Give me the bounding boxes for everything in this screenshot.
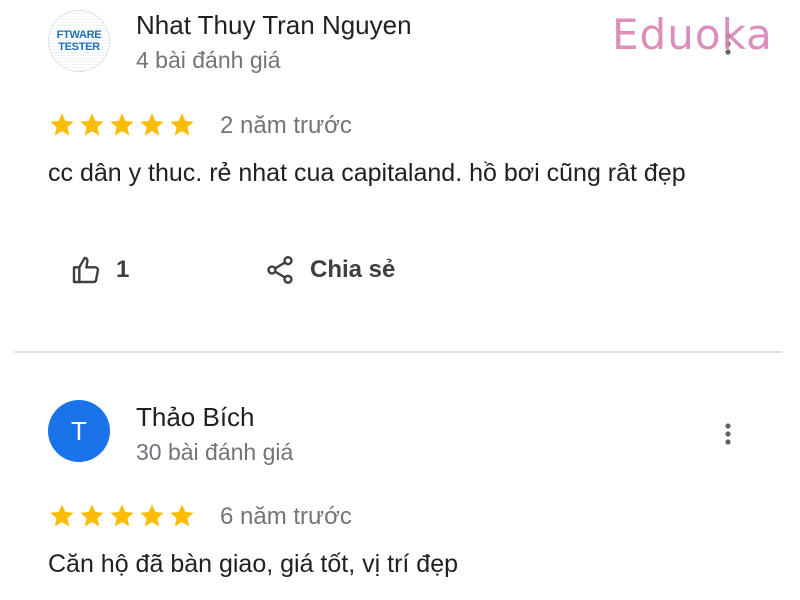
- more-vert-icon: [725, 422, 731, 446]
- share-label: Chia sẻ: [310, 256, 396, 283]
- avatar-logo-line: TESTER: [58, 41, 100, 53]
- review-actions: 1 Chia sẻ: [0, 250, 800, 290]
- share-icon: [264, 254, 296, 286]
- review-card: T Thảo Bích 30 bài đánh giá 6 năm trước …: [0, 352, 800, 600]
- star-icon: [140, 504, 164, 527]
- avatar-initial: T: [71, 415, 87, 446]
- avatar-logo-line: FTWARE: [56, 29, 102, 41]
- star-icon: [110, 504, 134, 527]
- share-button[interactable]: Chia sẻ: [264, 250, 395, 290]
- watermark-logo: Eduoka: [612, 10, 773, 59]
- reviewer-review-count: 4 bài đánh giá: [136, 47, 281, 73]
- star-icon: [50, 504, 74, 527]
- star-icon: [110, 113, 134, 136]
- reviews-page: FTWARE TESTER Nhat Thuy Tran Nguyen 4 bà…: [0, 0, 800, 600]
- like-button[interactable]: 1: [70, 250, 129, 290]
- reviewer-name[interactable]: Nhat Thuy Tran Nguyen: [136, 10, 412, 41]
- avatar[interactable]: T: [48, 400, 110, 462]
- star-icon: [170, 113, 194, 136]
- avatar-logo: FTWARE TESTER: [49, 11, 109, 71]
- review-time: 6 năm trước: [220, 503, 352, 530]
- star-icon: [50, 113, 74, 136]
- review-text: cc dân y thuc. rẻ nhat cua capitaland. h…: [48, 159, 686, 187]
- star-icon: [80, 113, 104, 136]
- avatar[interactable]: FTWARE TESTER: [48, 10, 110, 72]
- review-text: Căn hộ đã bàn giao, giá tốt, vị trí đẹp: [48, 550, 458, 578]
- star-rating: [48, 111, 196, 139]
- review-time: 2 năm trước: [220, 112, 352, 139]
- reviewer-name[interactable]: Thảo Bích: [136, 402, 255, 433]
- thumbs-up-icon: [70, 254, 102, 286]
- like-count: 1: [116, 256, 130, 283]
- reviewer-review-count: 30 bài đánh giá: [136, 439, 294, 465]
- star-icon: [170, 504, 194, 527]
- more-options-button[interactable]: [716, 418, 740, 450]
- star-icon: [80, 504, 104, 527]
- star-rating: [48, 502, 196, 530]
- star-icon: [140, 113, 164, 136]
